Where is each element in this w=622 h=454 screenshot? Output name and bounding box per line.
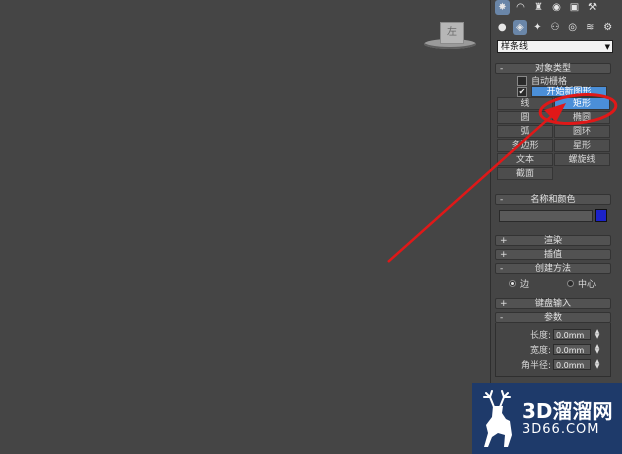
collapse-icon: - — [500, 64, 504, 74]
rendering-rollout-header[interactable]: + 渲染 — [495, 235, 611, 246]
auto-grid-checkbox[interactable] — [517, 75, 527, 86]
keyboard-entry-rollout-header[interactable]: + 键盘输入 — [495, 298, 611, 309]
interpolation-rollout-header[interactable]: + 插值 — [495, 249, 611, 260]
line-button[interactable]: 线 — [497, 97, 553, 110]
collapse-icon: - — [500, 264, 504, 274]
corner-radius-spinner-row: 角半径: 0.0mm ▲ ▼ — [505, 358, 601, 371]
start-new-shape-row[interactable]: ✔ 开始新图形 — [517, 86, 607, 97]
edge-option[interactable]: 边 — [509, 277, 529, 290]
watermark-text: 3D溜溜网 3D66.COM — [522, 400, 613, 437]
rendering-title: 渲染 — [543, 236, 562, 246]
helpers-icon[interactable]: ◎ — [565, 20, 580, 35]
edge-label: 边 — [520, 280, 530, 290]
object-color-swatch[interactable] — [595, 209, 607, 222]
utilities-tab-icon[interactable]: ⚒ — [585, 0, 600, 15]
viewcube[interactable]: 左 — [424, 22, 476, 52]
edge-radio[interactable] — [509, 280, 516, 287]
shape-type-dropdown[interactable]: 样条线 ▼ — [497, 40, 613, 53]
length-spinner-arrows-icon[interactable]: ▲ ▼ — [593, 328, 601, 340]
center-option[interactable]: 中心 — [567, 277, 596, 290]
auto-grid-row[interactable]: 自动栅格 — [517, 75, 567, 87]
shapes-icon[interactable]: ◈ — [512, 20, 528, 35]
name-color-rollout-header[interactable]: - 名称和颜色 — [495, 194, 611, 205]
length-label: 长度: — [529, 330, 551, 341]
display-tab-icon[interactable]: ▣ — [567, 0, 582, 15]
deer-logo-icon — [483, 389, 512, 447]
cameras-icon[interactable]: ⚇ — [548, 20, 563, 35]
expand-icon: + — [500, 250, 508, 260]
length-spinner-row: 长度: 0.0mm ▲ ▼ — [505, 328, 601, 341]
center-label: 中心 — [578, 280, 597, 290]
geometry-icon[interactable]: ● — [495, 20, 510, 35]
helix-button[interactable]: 螺旋线 — [554, 153, 610, 166]
viewport[interactable]: 左 — [0, 0, 490, 454]
corner-radius-input[interactable]: 0.0mm — [553, 358, 591, 370]
object-type-title: 对象类型 — [534, 64, 571, 74]
create-category-tabs: ● ◈ ✦ ⚇ ◎ ≋ ⚙ — [495, 20, 615, 38]
parameters-title: 参数 — [543, 313, 562, 323]
center-radio[interactable] — [567, 280, 574, 287]
creation-method-rollout-header[interactable]: - 创建方法 — [495, 263, 611, 274]
shape-type-value: 样条线 — [501, 42, 529, 52]
systems-icon[interactable]: ⚙ — [600, 20, 615, 35]
lights-icon[interactable]: ✦ — [530, 20, 545, 35]
corner-radius-spinner-arrows-icon[interactable]: ▲ ▼ — [593, 358, 601, 370]
star-button[interactable]: 星形 — [554, 139, 610, 152]
ngon-button[interactable]: 多边形 — [497, 139, 553, 152]
create-tab-icon[interactable]: ✸ — [495, 0, 510, 15]
command-panel-tabs: ✸ ◠ ♜ ◉ ▣ ⚒ — [495, 0, 615, 18]
interpolation-title: 插值 — [543, 250, 562, 260]
ellipse-button[interactable]: 椭圆 — [554, 111, 610, 124]
motion-tab-icon[interactable]: ◉ — [549, 0, 564, 15]
name-color-title: 名称和颜色 — [530, 195, 576, 205]
length-input[interactable]: 0.0mm — [553, 328, 591, 340]
collapse-icon: - — [500, 195, 504, 205]
arc-button[interactable]: 弧 — [497, 125, 553, 138]
object-type-rollout-header[interactable]: - 对象类型 — [495, 63, 611, 74]
modify-tab-icon[interactable]: ◠ — [513, 0, 528, 15]
text-button[interactable]: 文本 — [497, 153, 553, 166]
start-new-shape-checkbox[interactable]: ✔ — [517, 86, 527, 97]
section-button[interactable]: 截面 — [497, 167, 553, 180]
rectangle-button[interactable]: 矩形 — [554, 97, 610, 110]
width-spinner-arrows-icon[interactable]: ▲ ▼ — [593, 343, 601, 355]
width-spinner-row: 宽度: 0.0mm ▲ ▼ — [505, 343, 601, 356]
chevron-down-icon: ▼ — [604, 43, 610, 51]
object-name-input[interactable] — [499, 210, 593, 222]
expand-icon: + — [500, 236, 508, 246]
start-new-shape-button[interactable]: 开始新图形 — [531, 86, 607, 97]
hierarchy-tab-icon[interactable]: ♜ — [531, 0, 546, 15]
circle-button[interactable]: 圆 — [497, 111, 553, 124]
corner-radius-label: 角半径: — [520, 360, 551, 371]
spacewarps-icon[interactable]: ≋ — [583, 20, 598, 35]
object-type-buttons: 线 矩形 圆 椭圆 弧 圆环 多边形 星形 文本 螺旋线 截面 — [497, 97, 610, 180]
viewcube-face[interactable]: 左 — [440, 22, 464, 44]
watermark: 3D溜溜网 3D66.COM — [472, 383, 622, 454]
parameters-rollout-header[interactable]: - 参数 — [495, 312, 611, 323]
width-label: 宽度: — [529, 345, 551, 356]
donut-button[interactable]: 圆环 — [554, 125, 610, 138]
keyboard-entry-title: 键盘输入 — [534, 299, 571, 309]
watermark-domain: 3D66.COM — [522, 422, 600, 437]
expand-icon: + — [500, 299, 508, 309]
watermark-brand: 3D溜溜网 — [522, 399, 613, 423]
creation-method-title: 创建方法 — [534, 264, 571, 274]
width-input[interactable]: 0.0mm — [553, 343, 591, 355]
